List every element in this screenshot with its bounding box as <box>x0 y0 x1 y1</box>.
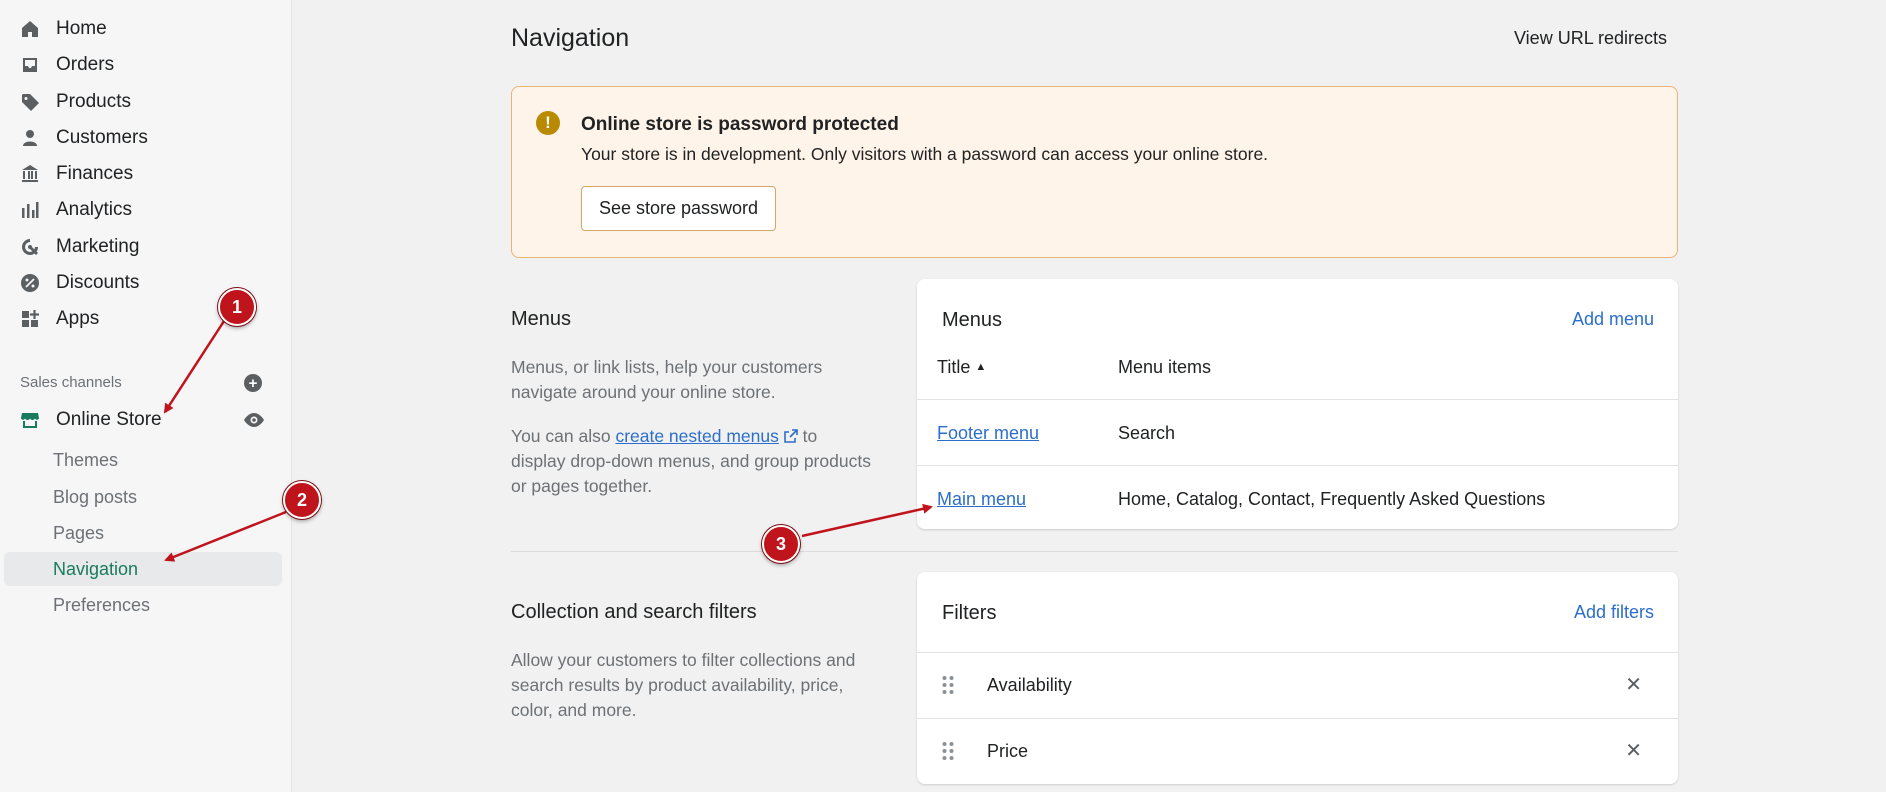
inbox-icon <box>20 55 40 75</box>
menus-section-desc-nested: You can also create nested menus to disp… <box>511 424 871 499</box>
main-menu-link[interactable]: Main menu <box>937 489 1026 510</box>
apps-icon <box>20 309 40 329</box>
annotation-marker-1: 1 <box>218 288 256 326</box>
menus-card: Menus Add menu Title ▲ Menu items Footer… <box>917 279 1678 529</box>
bank-icon <box>20 164 40 184</box>
sidebar-subitem-themes[interactable]: Themes <box>4 443 282 477</box>
warning-icon: ! <box>536 111 560 135</box>
sales-channels-heading: Sales channels <box>20 374 122 391</box>
row-divider <box>917 652 1678 653</box>
main-content: Navigation View URL redirects ! Online s… <box>293 0 1886 792</box>
sidebar-item-label: Apps <box>56 308 100 329</box>
banner-text: Your store is in development. Only visit… <box>581 144 1269 164</box>
sidebar-item-label: Customers <box>56 127 148 148</box>
sidebar-item-label: Discounts <box>56 272 140 293</box>
row-divider <box>917 399 1678 400</box>
desc-prefix: You can also <box>511 426 616 446</box>
external-link-icon <box>783 429 798 443</box>
see-store-password-button[interactable]: See store password <box>581 186 776 231</box>
column-header-menu-items: Menu items <box>1118 357 1212 377</box>
row-divider <box>917 465 1678 466</box>
person-icon <box>20 128 40 148</box>
column-header-title[interactable]: Title ▲ <box>937 357 986 378</box>
annotation-marker-3: 3 <box>762 525 800 563</box>
sidebar-item-home[interactable]: Home <box>4 12 282 46</box>
filter-availability: Availability <box>987 675 1072 695</box>
bar-chart-icon <box>20 200 40 220</box>
sidebar-item-label: Online Store <box>56 409 162 430</box>
home-icon <box>20 19 40 39</box>
target-icon <box>20 237 40 257</box>
footer-menu-link[interactable]: Footer menu <box>937 423 1039 444</box>
menus-card-title: Menus <box>942 309 1003 331</box>
row-divider <box>917 718 1678 719</box>
sidebar-item-products[interactable]: Products <box>4 85 282 119</box>
create-nested-menus-link[interactable]: create nested menus <box>615 426 778 446</box>
sidebar-item-label: Analytics <box>56 199 133 220</box>
password-protected-banner: ! Online store is password protected You… <box>511 86 1678 258</box>
drag-handle-icon[interactable] <box>941 675 955 695</box>
sidebar-item-label: Marketing <box>56 236 140 257</box>
annotation-marker-2: 2 <box>283 481 321 519</box>
sidebar-item-label: Orders <box>56 54 115 75</box>
filters-card: Filters Add filters Availability ✕ Price… <box>917 572 1678 784</box>
sidebar-item-label: Home <box>56 18 107 39</box>
sidebar-item-label: Products <box>56 91 131 112</box>
sidebar-item-orders[interactable]: Orders <box>4 48 282 82</box>
section-divider <box>511 551 1678 552</box>
filter-price: Price <box>987 741 1029 761</box>
sort-ascending-icon: ▲ <box>975 361 987 373</box>
sidebar-subitem-navigation[interactable]: Navigation <box>4 552 282 586</box>
view-url-redirects-button[interactable]: View URL redirects <box>1514 28 1667 49</box>
remove-filter-close-icon[interactable]: ✕ <box>1625 738 1642 763</box>
menus-section-desc: Menus, or link lists, help your customer… <box>511 357 823 402</box>
sidebar-subitem-blog-posts[interactable]: Blog posts <box>4 480 282 514</box>
banner-title: Online store is password protected <box>581 114 899 135</box>
sidebar: Home Orders Products Customers Finances … <box>0 0 292 792</box>
sidebar-subitem-pages[interactable]: Pages <box>4 516 282 550</box>
discount-icon <box>20 273 40 293</box>
main-menu-items: Home, Catalog, Contact, Frequently Asked… <box>1118 489 1546 509</box>
sidebar-item-online-store[interactable]: Online Store <box>4 403 282 437</box>
sidebar-item-analytics[interactable]: Analytics <box>4 193 282 227</box>
remove-filter-close-icon[interactable]: ✕ <box>1625 672 1642 697</box>
add-sales-channel-icon[interactable]: + <box>244 374 262 392</box>
filters-section-desc: Allow your customers to filter collectio… <box>511 650 856 720</box>
filters-card-title: Filters <box>942 602 997 624</box>
view-store-eye-icon[interactable] <box>243 412 265 433</box>
tag-icon <box>20 92 40 112</box>
sidebar-item-label: Finances <box>56 163 134 184</box>
sidebar-item-marketing[interactable]: Marketing <box>4 230 282 264</box>
sidebar-item-finances[interactable]: Finances <box>4 157 282 191</box>
filters-section-title: Collection and search filters <box>511 601 757 623</box>
store-icon <box>20 410 40 430</box>
drag-handle-icon[interactable] <box>941 741 955 761</box>
footer-menu-items: Search <box>1118 423 1176 443</box>
column-title-label: Title <box>937 357 971 377</box>
sidebar-subitem-preferences[interactable]: Preferences <box>4 588 282 622</box>
menus-section-title: Menus <box>511 308 572 330</box>
add-filters-button[interactable]: Add filters <box>1574 602 1654 623</box>
add-menu-button[interactable]: Add menu <box>1572 309 1654 330</box>
page-title: Navigation <box>511 24 630 52</box>
sidebar-item-customers[interactable]: Customers <box>4 121 282 155</box>
